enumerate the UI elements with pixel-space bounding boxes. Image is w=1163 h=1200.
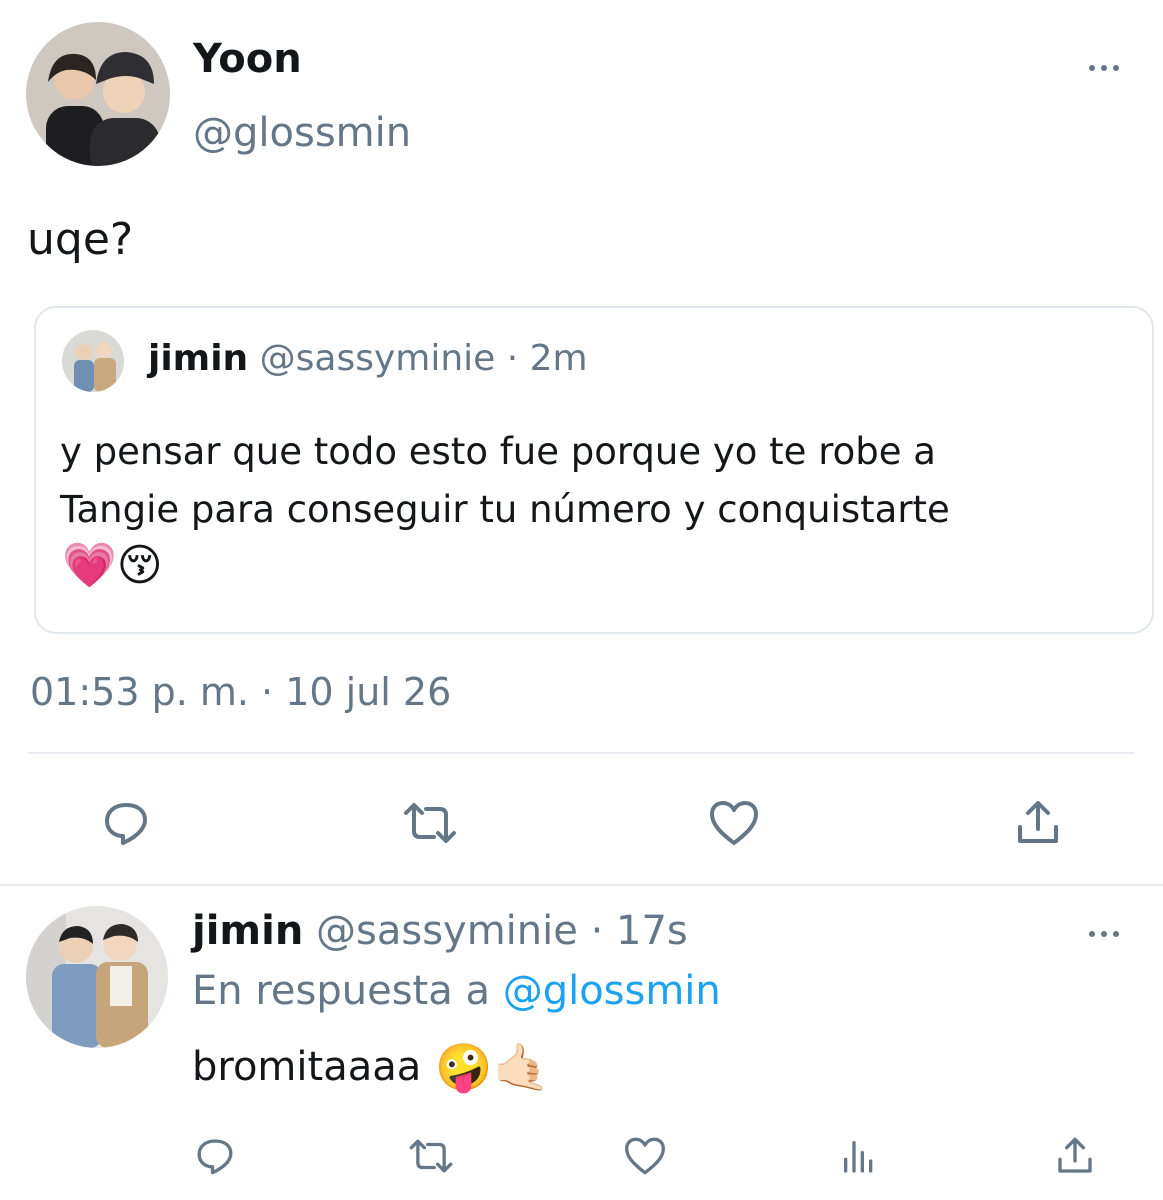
- author-handle[interactable]: @glossmin: [193, 110, 411, 156]
- share-icon: [1058, 1137, 1092, 1173]
- quoted-author-line: jimin @sassyminie · 2m: [148, 338, 588, 379]
- reply-to-handle-link[interactable]: @glossmin: [503, 968, 721, 1014]
- reply-retweet-button[interactable]: [404, 1133, 458, 1179]
- reply-button[interactable]: [98, 795, 154, 851]
- reply-author-avatar[interactable]: [26, 906, 168, 1048]
- quoted-text-line-2: Tangie para conseguir tu número y conqui…: [60, 488, 950, 531]
- avatar-photo: [26, 906, 168, 1048]
- reply-more-options-icon[interactable]: [1082, 924, 1126, 944]
- share-icon: [1018, 801, 1058, 843]
- quoted-age: · 2m: [506, 338, 588, 379]
- reply-display-name[interactable]: jimin: [192, 908, 303, 954]
- quoted-text-line-1: y pensar que todo esto fue porque yo te …: [60, 430, 936, 473]
- reply-icon: [105, 803, 147, 845]
- more-options-icon[interactable]: [1082, 58, 1126, 78]
- reply-like-button[interactable]: [620, 1133, 670, 1179]
- reply-handle[interactable]: @sassyminie: [316, 908, 578, 954]
- quoted-display-name: jimin: [148, 338, 249, 379]
- divider: [28, 752, 1134, 754]
- like-icon: [625, 1137, 665, 1175]
- like-button[interactable]: [705, 795, 763, 851]
- divider: [0, 884, 1163, 886]
- avatar-photo: [26, 22, 170, 166]
- reply-to-prefix: En respuesta a: [192, 968, 490, 1014]
- tweet-text: uqe?: [27, 214, 134, 265]
- reply-author-line: jimin @sassyminie · 17s: [192, 908, 688, 954]
- reply-share-button[interactable]: [1050, 1133, 1100, 1179]
- like-icon: [710, 801, 758, 845]
- reply-text: bromitaaaa: [192, 1044, 422, 1090]
- tweet-timestamp[interactable]: 01:53 p. m. · 10 jul 26: [30, 670, 451, 714]
- share-button[interactable]: [1010, 795, 1066, 851]
- retweet-icon: [409, 1139, 453, 1173]
- quoted-handle: @sassyminie: [259, 338, 496, 379]
- reply-context: En respuesta a @glossmin: [192, 968, 721, 1014]
- reply-text-line: bromitaaaa 🤪🤙🏻: [192, 1044, 550, 1090]
- author-avatar[interactable]: [26, 22, 170, 166]
- reply-icon: [197, 1139, 233, 1175]
- quoted-author-avatar: [62, 330, 124, 392]
- retweet-icon: [404, 803, 456, 843]
- reply-analytics-button[interactable]: [834, 1133, 884, 1179]
- quoted-emojis: 💗😚: [62, 540, 163, 591]
- reply-reply-button[interactable]: [190, 1133, 240, 1179]
- analytics-icon: [844, 1141, 873, 1173]
- quoted-tweet-card[interactable]: jimin @sassyminie · 2m y pensar que todo…: [34, 306, 1154, 634]
- retweet-button[interactable]: [400, 795, 460, 851]
- author-display-name[interactable]: Yoon: [193, 36, 302, 82]
- reply-age: · 17s: [590, 908, 688, 954]
- reply-emojis: 🤪🤙🏻: [435, 1040, 550, 1094]
- avatar-photo: [62, 330, 124, 392]
